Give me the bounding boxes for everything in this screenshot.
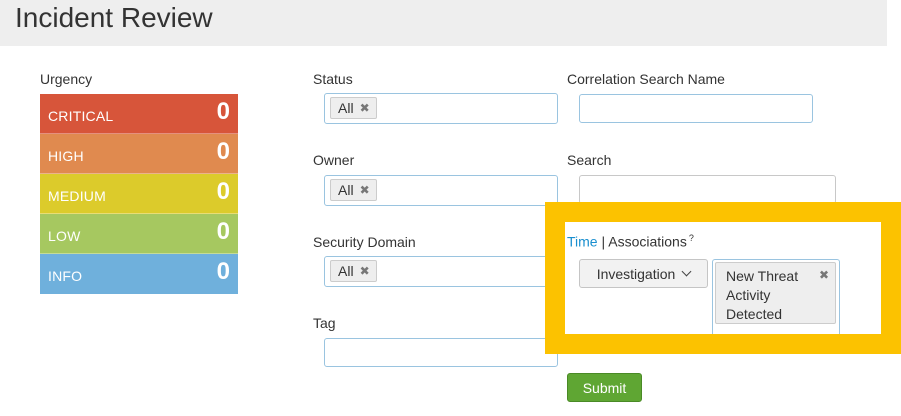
urgency-name: HIGH	[48, 148, 84, 164]
urgency-row-critical[interactable]: CRITICAL 0	[40, 94, 238, 134]
submit-button[interactable]: Submit	[567, 373, 642, 402]
urgency-count: 0	[216, 138, 230, 165]
page-title: Incident Review	[15, 2, 213, 33]
urgency-name: INFO	[48, 268, 83, 284]
urgency-name: MEDIUM	[48, 188, 106, 204]
status-label: Status	[313, 71, 353, 87]
remove-icon[interactable]: ✖	[819, 266, 829, 285]
security-domain-token: All ✖	[330, 260, 377, 282]
token-label: All	[338, 263, 354, 279]
tag-input[interactable]	[324, 338, 558, 367]
correlation-search-name-label: Correlation Search Name	[567, 71, 725, 87]
status-multiselect[interactable]: All ✖	[324, 93, 558, 124]
tag-label: Tag	[313, 315, 336, 331]
security-domain-label: Security Domain	[313, 234, 416, 250]
remove-icon[interactable]: ✖	[360, 180, 370, 200]
correlation-search-name-input[interactable]	[579, 94, 813, 123]
help-icon[interactable]: ?	[689, 233, 694, 243]
dropdown-label: Investigation	[596, 265, 676, 282]
remove-icon[interactable]: ✖	[360, 98, 370, 118]
urgency-count: 0	[216, 98, 230, 125]
urgency-label: Urgency	[40, 71, 93, 87]
time-associations-tabs: Time | Associations?	[567, 233, 694, 250]
urgency-list: CRITICAL 0 HIGH 0 MEDIUM 0 LOW 0 INFO 0	[40, 94, 238, 294]
remove-icon[interactable]: ✖	[360, 261, 370, 281]
urgency-row-high[interactable]: HIGH 0	[40, 134, 238, 174]
token-label: All	[338, 182, 354, 198]
urgency-row-info[interactable]: INFO 0	[40, 254, 238, 294]
token-label: All	[338, 100, 354, 116]
page-header: Incident Review	[0, 0, 887, 46]
association-token: New Threat Activity Detected ✖	[715, 262, 836, 324]
urgency-count: 0	[216, 178, 230, 205]
urgency-name: CRITICAL	[48, 108, 114, 124]
urgency-row-low[interactable]: LOW 0	[40, 214, 238, 254]
association-multiselect[interactable]: New Threat Activity Detected ✖	[712, 259, 840, 334]
tab-time[interactable]: Time	[567, 234, 598, 250]
chevron-down-icon	[681, 266, 692, 277]
association-type-dropdown[interactable]: Investigation	[579, 259, 708, 288]
tab-separator: |	[601, 233, 606, 250]
search-input[interactable]	[579, 175, 836, 204]
status-token: All ✖	[330, 97, 377, 119]
urgency-count: 0	[216, 258, 230, 285]
urgency-name: LOW	[48, 228, 81, 244]
owner-label: Owner	[313, 152, 355, 168]
urgency-count: 0	[216, 218, 230, 245]
security-domain-multiselect[interactable]: All ✖	[324, 256, 558, 287]
search-label: Search	[567, 152, 612, 168]
owner-multiselect[interactable]: All ✖	[324, 175, 558, 206]
urgency-row-medium[interactable]: MEDIUM 0	[40, 174, 238, 214]
tab-associations[interactable]: Associations	[608, 234, 687, 250]
owner-token: All ✖	[330, 179, 377, 201]
token-label: New Threat Activity Detected	[726, 268, 799, 322]
